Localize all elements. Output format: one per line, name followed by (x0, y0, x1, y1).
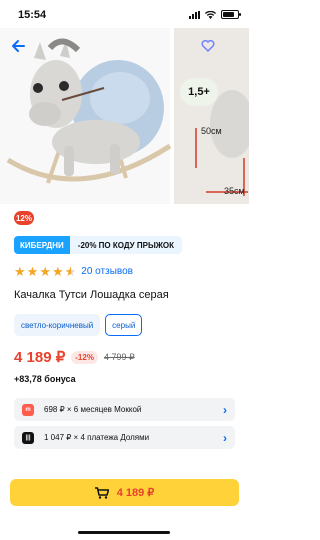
price-row: 4 189 ₽ -12% 4 799 ₽ (14, 348, 135, 366)
half-star-icon: ★ (64, 264, 77, 279)
home-indicator[interactable] (78, 531, 170, 534)
product-gallery[interactable]: 1,5+ 50см 35см (0, 28, 249, 204)
promo-banner[interactable]: КИБЕРДНИ -20% ПО КОДУ ПРЫЖОК (14, 236, 183, 254)
battery-icon (221, 10, 241, 19)
chevron-right-icon: › (223, 402, 227, 417)
depth-label: 35см (224, 186, 245, 196)
heart-icon (201, 40, 215, 52)
reviews-link[interactable]: 20 отзывов (81, 266, 133, 277)
bonus-text: +83,78 бонуса (14, 374, 76, 384)
status-icons (189, 10, 241, 19)
wifi-icon (205, 10, 216, 19)
rating-row[interactable]: ★ ★ ★ ★ ★ 20 отзывов (14, 265, 133, 278)
add-to-cart-button[interactable]: 4 189 ₽ (10, 479, 239, 506)
promo-tag: КИБЕРДНИ (14, 236, 70, 254)
cart-icon (94, 486, 109, 499)
status-time: 15:54 (18, 9, 47, 21)
signal-icon (189, 10, 200, 19)
variant-light-brown[interactable]: светло-коричневый (14, 314, 101, 336)
favorite-button[interactable] (196, 34, 220, 58)
status-bar: 15:54 (0, 0, 249, 30)
discount-chip: 12% (14, 211, 34, 225)
price-discount-badge: -12% (71, 350, 98, 364)
star-icon: ★ (26, 264, 39, 279)
star-icon: ★ (51, 264, 64, 279)
installment-label: 1 047 ₽ × 4 платежа Долями (44, 433, 150, 442)
variant-selector: светло-коричневый серый (14, 314, 143, 336)
height-label: 50см (201, 126, 222, 136)
promo-text: -20% ПО КОДУ ПРЫЖОК (69, 236, 183, 254)
star-icon: ★ (14, 264, 26, 279)
dolyami-icon: ||| (22, 431, 34, 444)
back-arrow-icon (12, 40, 25, 52)
variant-gray[interactable]: серый (105, 314, 143, 336)
star-icon: ★ (39, 264, 51, 279)
rating-stars: ★ ★ ★ ★ ★ (14, 265, 76, 278)
chevron-right-icon: › (223, 430, 227, 445)
current-price: 4 189 ₽ (14, 349, 66, 366)
product-title: Качалка Тутси Лошадка серая (14, 289, 169, 301)
cart-price: 4 189 ₽ (116, 487, 155, 499)
installment-mokka[interactable]: m 698 ₽ × 6 месяцев Моккой › (14, 398, 235, 421)
mokka-icon: m (22, 403, 34, 416)
installment-dolyami[interactable]: ||| 1 047 ₽ × 4 платежа Долями › (14, 426, 235, 449)
age-badge: 1,5+ (180, 78, 218, 106)
installment-label: 698 ₽ × 6 месяцев Моккой (44, 405, 142, 414)
old-price: 4 799 ₽ (103, 351, 135, 362)
back-button[interactable] (6, 34, 30, 58)
battery-level (223, 12, 235, 17)
